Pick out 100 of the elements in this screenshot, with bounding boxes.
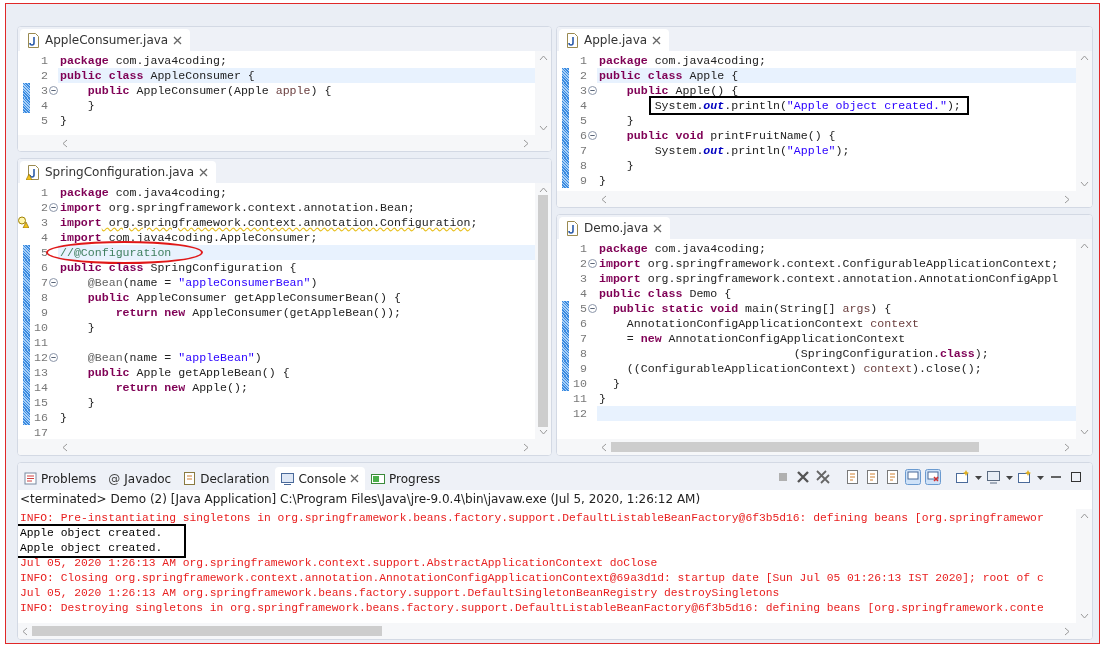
code-line: public class AppleConsumer { (60, 69, 255, 82)
line-number: 9 (579, 361, 587, 376)
line-number: 1 (40, 53, 48, 68)
line-number: 2 (40, 68, 48, 83)
vertical-scrollbar[interactable] (1076, 51, 1092, 191)
horizontal-scrollbar[interactable] (18, 439, 551, 455)
line-number: 5 (579, 301, 587, 316)
fold-icon[interactable] (48, 353, 58, 362)
line-number: 5 (40, 113, 48, 128)
code-line: public Apple getAppleBean() { (87, 366, 290, 379)
fold-icon[interactable] (48, 86, 58, 95)
monitor-icon[interactable] (986, 468, 1002, 485)
scroll-right-icon[interactable] (1064, 194, 1070, 204)
java-file-icon (565, 32, 579, 48)
close-icon[interactable] (173, 35, 183, 45)
code-line: package com.java4coding; (599, 242, 766, 255)
vertical-scrollbar[interactable] (535, 183, 551, 439)
line-number: 12 (33, 350, 48, 365)
scroll-up-icon[interactable] (1079, 513, 1089, 519)
code-line: } (87, 321, 95, 334)
close-icon[interactable] (350, 474, 360, 483)
horizontal-scrollbar[interactable] (557, 439, 1092, 455)
warning-icon[interactable] (18, 216, 29, 228)
line-number: 6 (579, 128, 587, 143)
line-number: 1 (579, 241, 587, 256)
code-line: return new AppleConsumer(getAppleBean()); (115, 306, 401, 319)
console-icon (281, 472, 295, 485)
scroll-left-icon[interactable] (62, 138, 68, 148)
scroll-left-icon[interactable] (601, 442, 607, 452)
code-line: } (599, 174, 606, 187)
vertical-scrollbar[interactable] (1076, 239, 1092, 439)
scroll-up-icon[interactable] (1079, 243, 1089, 249)
scroll-down-icon[interactable] (1079, 613, 1089, 619)
scroll-right-icon[interactable] (1064, 626, 1070, 636)
code-line: @Bean(name = "appleBean") (87, 351, 262, 364)
scroll-up-icon[interactable] (1079, 55, 1089, 61)
view-tab[interactable]: Problems (18, 467, 103, 490)
fold-icon[interactable] (48, 203, 58, 212)
line-number: 2 (40, 200, 48, 215)
java-file-icon (565, 220, 579, 236)
line-number: 2 (579, 256, 587, 271)
horizontal-scrollbar[interactable] (557, 191, 1092, 207)
line-number: 2 (579, 68, 587, 83)
fold-icon[interactable] (587, 259, 597, 268)
scroll-thumb[interactable] (611, 442, 980, 452)
code-line: } (626, 114, 634, 127)
view-tab[interactable]: Progress (365, 467, 447, 490)
horizontal-scrollbar[interactable] (18, 135, 551, 151)
code-line: AnnotationConfigApplicationContext context (626, 317, 920, 330)
line-number: 11 (572, 391, 587, 406)
line-number: 3 (579, 271, 587, 286)
scroll-down-icon[interactable] (538, 429, 548, 435)
vertical-scrollbar[interactable] (535, 51, 551, 135)
editor-tab[interactable]: AppleConsumer.java (20, 29, 191, 51)
fold-icon[interactable] (48, 278, 58, 287)
scroll-down-icon[interactable] (1079, 429, 1089, 435)
code-line: import org.springframework.context.ConfigurableApplicationContext; (599, 257, 1059, 270)
close-icon[interactable] (199, 167, 209, 177)
problems-icon (24, 472, 37, 485)
vertical-scrollbar[interactable] (1076, 509, 1092, 623)
new-console-icon[interactable] (955, 468, 971, 485)
line-number: 3 (579, 83, 587, 98)
scroll-thumb[interactable] (538, 195, 548, 427)
code-line: = new AnnotationConfigApplicationContext (626, 332, 906, 345)
remove-icon[interactable] (795, 468, 811, 485)
line-number: 6 (40, 260, 48, 275)
scroll-thumb[interactable] (32, 626, 382, 636)
clear-icon[interactable] (845, 468, 861, 485)
scroll-left-icon[interactable] (22, 626, 28, 636)
display-icon[interactable] (925, 468, 941, 485)
editor-tab[interactable]: SpringConfiguration.java (20, 161, 217, 183)
scroll-down-icon[interactable] (538, 125, 548, 131)
scroll-right-icon[interactable] (523, 138, 529, 148)
code-line: package com.java4coding; (60, 54, 227, 67)
horizontal-scrollbar[interactable] (18, 623, 1092, 639)
line-number: 7 (40, 275, 48, 290)
scroll-up-icon[interactable] (538, 55, 548, 61)
editor-tab[interactable]: Demo.java (559, 217, 671, 239)
scroll-right-icon[interactable] (523, 442, 529, 452)
code-line: return new Apple(); (115, 381, 248, 394)
fold-icon[interactable] (587, 131, 597, 140)
scroll-up-icon[interactable] (538, 187, 548, 193)
editor-tab[interactable]: Apple.java (559, 29, 670, 51)
view-tab[interactable]: @ Javadoc (102, 467, 178, 490)
scroll-left-icon[interactable] (601, 194, 607, 204)
view-tab[interactable]: Declaration (177, 467, 276, 490)
scroll-down-icon[interactable] (1079, 181, 1089, 187)
close-icon[interactable] (652, 35, 662, 45)
fold-icon[interactable] (587, 304, 597, 313)
scroll-right-icon[interactable] (1064, 442, 1070, 452)
line-number: 10 (572, 376, 587, 391)
scroll-left-icon[interactable] (62, 442, 68, 452)
view-tab[interactable]: Console (275, 467, 366, 490)
remove-all-icon[interactable] (815, 468, 831, 485)
line-number: 13 (33, 365, 48, 380)
line-number: 10 (33, 320, 48, 335)
close-icon[interactable] (653, 223, 663, 233)
fold-icon[interactable] (587, 86, 597, 95)
code-line: public void printFruitName() { (626, 129, 836, 142)
code-line: import org.springframework.context.annotation.AnnotationConfigAppl (599, 272, 1059, 285)
